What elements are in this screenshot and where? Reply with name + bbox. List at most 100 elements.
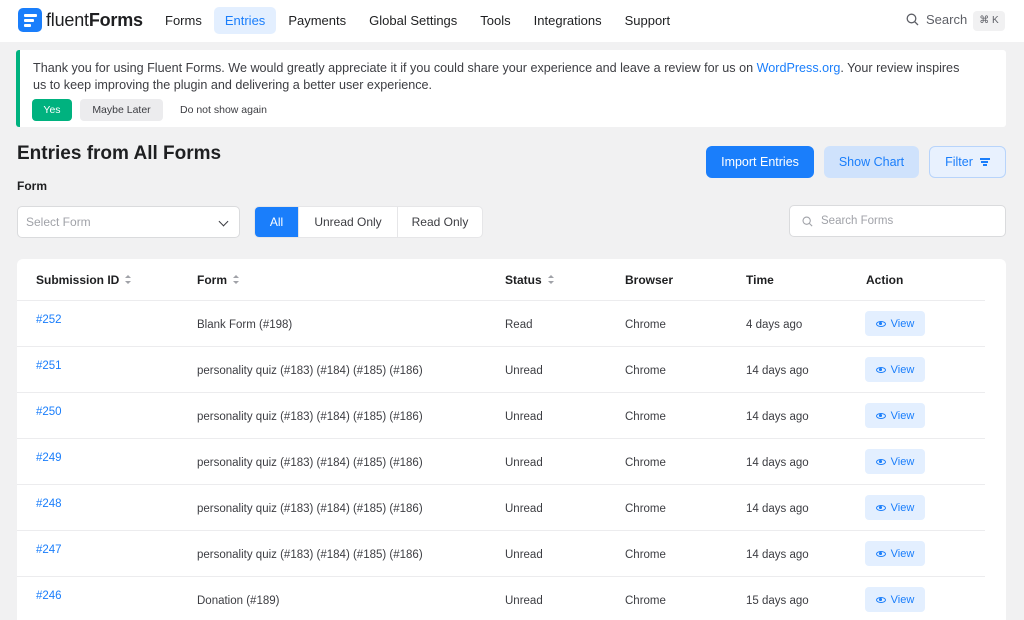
search-shortcut-badge: ⌘ K	[973, 11, 1005, 31]
time: 14 days ago	[746, 411, 809, 423]
column-header-form[interactable]: Form	[197, 273, 239, 287]
search-forms-placeholder: Search Forms	[821, 215, 894, 227]
status: Unread	[505, 411, 543, 423]
search-icon	[802, 215, 813, 227]
view-button[interactable]: View	[865, 357, 925, 382]
form-field-label: Form	[17, 179, 47, 193]
fluentforms-logo[interactable]: fluentForms	[18, 8, 143, 32]
form-name: personality quiz (#183) (#184) (#185) (#…	[197, 503, 423, 515]
tab-unread-only[interactable]: Unread Only	[299, 207, 398, 237]
form-name: personality quiz (#183) (#184) (#185) (#…	[197, 549, 423, 561]
form-name: personality quiz (#183) (#184) (#185) (#…	[197, 411, 423, 423]
filter-label: Filter	[945, 155, 973, 169]
form-name: Blank Form (#198)	[197, 319, 293, 331]
time: 15 days ago	[746, 595, 809, 607]
table-row: #247 personality quiz (#183) (#184) (#18…	[17, 531, 985, 577]
select-form-placeholder: Select Form	[26, 215, 91, 229]
view-button[interactable]: View	[865, 587, 925, 612]
tab-all[interactable]: All	[255, 207, 299, 237]
nav-item-tools[interactable]: Tools	[469, 7, 521, 34]
eye-icon	[875, 412, 886, 419]
filter-button[interactable]: Filter	[929, 146, 1006, 178]
submission-id-link[interactable]: #252	[36, 314, 62, 326]
browser: Chrome	[625, 549, 666, 561]
column-header-status[interactable]: Status	[505, 273, 554, 287]
browser: Chrome	[625, 595, 666, 607]
submission-id-link[interactable]: #251	[36, 360, 62, 372]
chevron-down-icon	[218, 216, 229, 227]
view-button[interactable]: View	[865, 403, 925, 428]
top-navigation: fluentForms Forms Entries Payments Globa…	[0, 0, 1024, 42]
nav-item-forms[interactable]: Forms	[154, 7, 213, 34]
eye-icon	[875, 596, 886, 603]
table-row: #251 personality quiz (#183) (#184) (#18…	[17, 347, 985, 393]
view-button[interactable]: View	[865, 449, 925, 474]
submission-id-link[interactable]: #250	[36, 406, 62, 418]
browser: Chrome	[625, 457, 666, 469]
review-yes-button[interactable]: Yes	[32, 99, 72, 121]
time: 14 days ago	[746, 457, 809, 469]
submission-id-link[interactable]: #246	[36, 590, 62, 602]
browser: Chrome	[625, 503, 666, 515]
status: Unread	[505, 457, 543, 469]
table-row: #250 personality quiz (#183) (#184) (#18…	[17, 393, 985, 439]
status: Unread	[505, 595, 543, 607]
entries-table: Submission ID Form Status Browser Time A…	[17, 259, 1006, 620]
submission-id-link[interactable]: #247	[36, 544, 62, 556]
submission-id-link[interactable]: #248	[36, 498, 62, 510]
page-title: Entries from All Forms	[17, 143, 222, 164]
column-header-action: Action	[866, 273, 904, 287]
column-header-browser: Browser	[625, 273, 674, 287]
notice-text: Thank you for using Fluent Forms. We wou…	[33, 61, 960, 92]
search-icon	[906, 13, 919, 26]
table-row: #252 Blank Form (#198) Read Chrome 4 day…	[17, 301, 985, 347]
time: 4 days ago	[746, 319, 803, 331]
time: 14 days ago	[746, 365, 809, 377]
eye-icon	[875, 458, 886, 465]
status: Read	[505, 319, 533, 331]
main-nav: Forms Entries Payments Global Settings T…	[154, 7, 682, 34]
search-forms-input[interactable]: Search Forms	[789, 205, 1006, 237]
logo-text: fluentForms	[46, 9, 143, 30]
global-search-button[interactable]: Search	[906, 12, 967, 27]
nav-item-global-settings[interactable]: Global Settings	[358, 7, 468, 34]
table-row: #249 personality quiz (#183) (#184) (#18…	[17, 439, 985, 485]
nav-item-support[interactable]: Support	[614, 7, 682, 34]
form-name: Donation (#189)	[197, 595, 280, 607]
column-header-time: Time	[746, 273, 774, 287]
view-button[interactable]: View	[865, 541, 925, 566]
submission-id-link[interactable]: #249	[36, 452, 62, 464]
table-row: #248 personality quiz (#183) (#184) (#18…	[17, 485, 985, 531]
time: 14 days ago	[746, 503, 809, 515]
show-chart-button[interactable]: Show Chart	[824, 146, 919, 178]
nav-item-integrations[interactable]: Integrations	[523, 7, 613, 34]
eye-icon	[875, 504, 886, 511]
nav-item-entries[interactable]: Entries	[213, 7, 277, 34]
sort-icon	[547, 275, 554, 285]
wordpress-org-link[interactable]: WordPress.org	[757, 61, 841, 75]
browser: Chrome	[625, 319, 666, 331]
table-row: #246 Donation (#189) Unread Chrome 15 da…	[17, 577, 985, 620]
review-notice: Thank you for using Fluent Forms. We wou…	[16, 50, 1006, 127]
status: Unread	[505, 365, 543, 377]
maybe-later-button[interactable]: Maybe Later	[80, 99, 163, 121]
select-form-dropdown[interactable]: Select Form	[17, 206, 240, 238]
sort-icon	[233, 275, 239, 285]
form-name: personality quiz (#183) (#184) (#185) (#…	[197, 365, 423, 377]
browser: Chrome	[625, 365, 666, 377]
column-header-submission-id[interactable]: Submission ID	[36, 273, 132, 287]
status: Unread	[505, 503, 543, 515]
form-name: personality quiz (#183) (#184) (#185) (#…	[197, 457, 423, 469]
view-button[interactable]: View	[865, 495, 925, 520]
import-entries-button[interactable]: Import Entries	[706, 146, 814, 178]
status: Unread	[505, 549, 543, 561]
search-label: Search	[926, 12, 968, 27]
nav-item-payments[interactable]: Payments	[277, 7, 357, 34]
do-not-show-again-button[interactable]: Do not show again	[180, 99, 267, 121]
time: 14 days ago	[746, 549, 809, 561]
tab-read-only[interactable]: Read Only	[398, 207, 482, 237]
eye-icon	[875, 320, 886, 327]
status-filter-tabs: All Unread Only Read Only	[254, 206, 483, 238]
eye-icon	[875, 550, 886, 557]
view-button[interactable]: View	[865, 311, 925, 336]
